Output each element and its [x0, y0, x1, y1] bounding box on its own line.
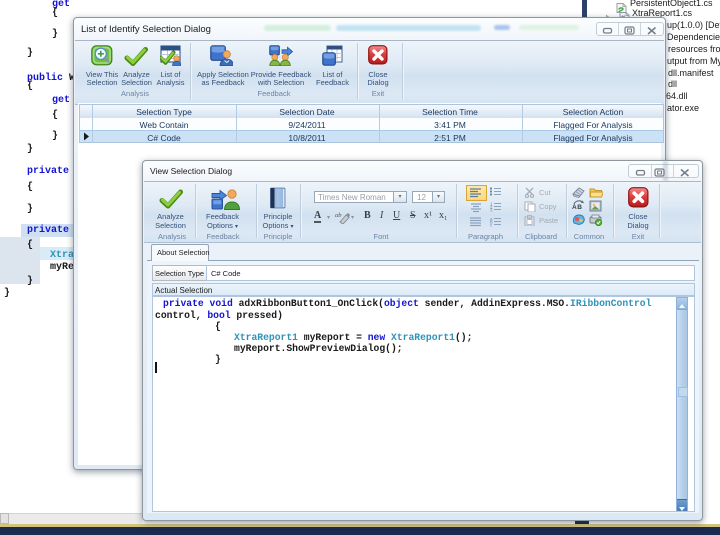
- svg-text:ab: ab: [335, 212, 342, 219]
- svg-text:3: 3: [490, 208, 493, 213]
- svg-text:c: c: [490, 223, 493, 228]
